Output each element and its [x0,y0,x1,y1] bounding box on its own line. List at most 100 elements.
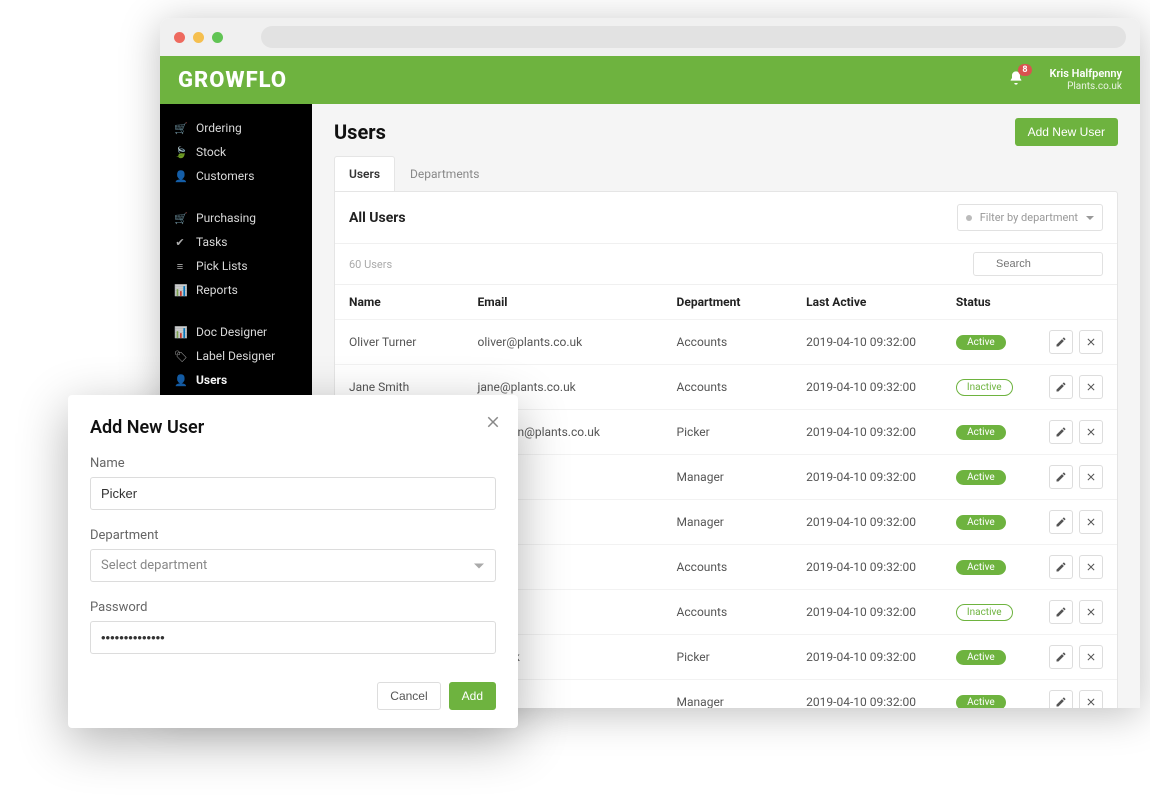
cell-last-active: 2019-04-10 09:32:00 [792,410,942,455]
reports-icon: 📊 [174,284,186,297]
delete-button[interactable] [1079,690,1103,708]
cell-last-active: 2019-04-10 09:32:00 [792,500,942,545]
delete-button[interactable] [1079,600,1103,624]
add-button[interactable]: Add [449,682,496,710]
pencil-icon [1055,471,1067,483]
name-input[interactable] [90,477,496,510]
sidebar-item-label: Reports [196,283,238,297]
sidebar-item-label: Purchasing [196,211,256,225]
delete-button[interactable] [1079,510,1103,534]
users-icon: 👤 [174,374,186,387]
sidebar-item-doc-designer[interactable]: 📊 Doc Designer [160,320,312,344]
tab-departments[interactable]: Departments [395,156,494,191]
status-badge: Active [956,425,1006,440]
user-menu[interactable]: Kris Halfpenny Plants.co.uk [1050,67,1123,92]
cell-department: Accounts [663,590,793,635]
status-badge: Active [956,695,1006,708]
brand-logo: GROWFLO [178,68,287,93]
edit-button[interactable] [1049,555,1073,579]
window-titlebar [160,18,1140,56]
doc-designer-icon: 📊 [174,326,186,339]
status-badge: Inactive [956,604,1013,621]
sidebar-item-pick-lists[interactable]: ≡Pick Lists [160,254,312,278]
close-icon [484,413,502,431]
notification-badge: 8 [1018,64,1031,76]
status-badge: Active [956,650,1006,665]
delete-button[interactable] [1079,420,1103,444]
delete-button[interactable] [1079,330,1103,354]
cell-department: Accounts [663,365,793,410]
close-icon [1085,696,1097,708]
sidebar-item-stock[interactable]: 🍃Stock [160,140,312,164]
column-department: Department [663,285,793,320]
delete-button[interactable] [1079,555,1103,579]
close-icon [1085,651,1097,663]
modal-close-button[interactable] [484,413,502,434]
pencil-icon [1055,651,1067,663]
delete-button[interactable] [1079,465,1103,489]
notifications-button[interactable]: 8 [1008,70,1024,90]
tabs: UsersDepartments [312,156,1140,191]
sidebar-item-tasks[interactable]: ✔Tasks [160,230,312,254]
delete-button[interactable] [1079,645,1103,669]
cell-name: Oliver Turner [335,320,464,365]
edit-button[interactable] [1049,600,1073,624]
pencil-icon [1055,381,1067,393]
pencil-icon [1055,426,1067,438]
password-input[interactable] [90,621,496,654]
sidebar-item-users[interactable]: 👤Users [160,368,312,392]
sidebar-item-ordering[interactable]: 🛒Ordering [160,116,312,140]
ordering-icon: 🛒 [174,122,186,135]
pencil-icon [1055,606,1067,618]
customers-icon: 👤 [174,170,186,183]
tab-users[interactable]: Users [334,156,395,191]
edit-button[interactable] [1049,420,1073,444]
close-icon [1085,381,1097,393]
close-icon [1085,606,1097,618]
search-input[interactable] [973,252,1103,276]
status-badge: Active [956,560,1006,575]
window-minimize-dot[interactable] [193,32,204,43]
column-status: Status [942,285,1035,320]
cell-department: Picker [663,635,793,680]
cancel-button[interactable]: Cancel [377,682,440,710]
department-label: Department [90,528,496,543]
password-label: Password [90,600,496,615]
edit-button[interactable] [1049,510,1073,534]
sidebar-item-purchasing[interactable]: 🛒Purchasing [160,206,312,230]
user-company: Plants.co.uk [1050,81,1123,93]
edit-button[interactable] [1049,645,1073,669]
cell-last-active: 2019-04-10 09:32:00 [792,635,942,680]
sidebar-item-reports[interactable]: 📊 Reports [160,278,312,302]
cell-department: Manager [663,455,793,500]
add-user-button[interactable]: Add New User [1015,118,1118,146]
filter-department[interactable]: Filter by department [957,204,1103,231]
sidebar-item-label-designer[interactable]: 🏷Label Designer [160,344,312,368]
close-icon [1085,561,1097,573]
cell-department: Picker [663,410,793,455]
user-name: Kris Halfpenny [1050,67,1123,80]
window-zoom-dot[interactable] [212,32,223,43]
status-badge: Active [956,515,1006,530]
sidebar-item-label: Pick Lists [196,259,248,273]
close-icon [1085,336,1097,348]
pencil-icon [1055,561,1067,573]
cell-last-active: 2019-04-10 09:32:00 [792,680,942,709]
edit-button[interactable] [1049,375,1073,399]
window-close-dot[interactable] [174,32,185,43]
sidebar-item-label: Doc Designer [196,325,267,339]
url-bar[interactable] [261,26,1126,48]
sidebar-item-label: Customers [196,169,254,183]
sidebar-item-customers[interactable]: 👤 Customers [160,164,312,188]
department-select[interactable]: Select department [90,549,496,582]
column-email: Email [464,285,663,320]
cell-last-active: 2019-04-10 09:32:00 [792,320,942,365]
edit-button[interactable] [1049,690,1073,708]
user-count: 60 Users [349,258,973,271]
cell-department: Manager [663,680,793,709]
delete-button[interactable] [1079,375,1103,399]
table-row: Oliver Turneroliver@plants.co.ukAccounts… [335,320,1117,365]
edit-button[interactable] [1049,330,1073,354]
cell-last-active: 2019-04-10 09:32:00 [792,590,942,635]
edit-button[interactable] [1049,465,1073,489]
